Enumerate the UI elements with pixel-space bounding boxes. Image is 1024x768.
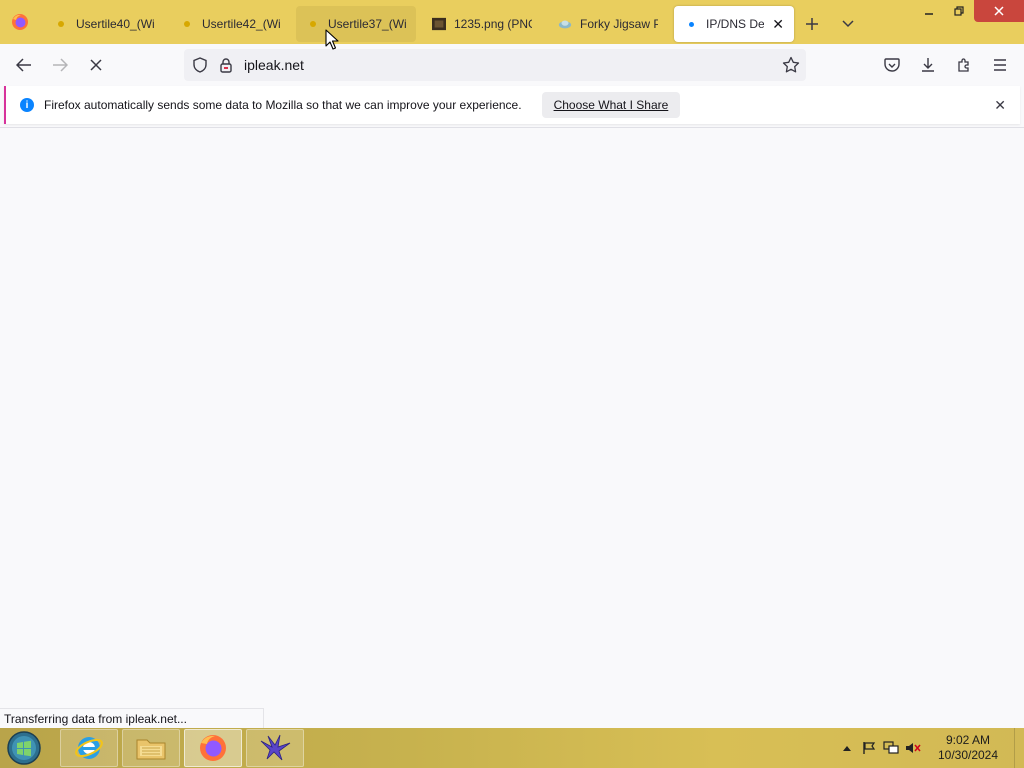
stop-loading-button[interactable] — [78, 47, 114, 83]
forward-button[interactable] — [42, 47, 78, 83]
back-button[interactable] — [6, 47, 42, 83]
data-collection-notification: i Firefox automatically sends some data … — [4, 86, 1020, 124]
tab-ipleak-active[interactable]: IP/DNS Dete ✕ — [674, 6, 794, 42]
lock-icon[interactable] — [214, 57, 238, 73]
info-icon: i — [20, 98, 34, 112]
windows-taskbar: 9:02 AM 10/30/2024 — [0, 728, 1024, 768]
chevron-down-icon — [842, 20, 854, 28]
taskbar-firefox[interactable] — [184, 729, 242, 767]
navigation-toolbar: ipleak.net — [0, 44, 1024, 86]
list-all-tabs-button[interactable] — [830, 6, 866, 42]
taskbar-bird-app[interactable] — [246, 729, 304, 767]
taskbar-internet-explorer[interactable] — [60, 729, 118, 767]
pocket-icon — [884, 57, 900, 72]
chevron-up-icon — [843, 746, 851, 751]
windows-orb-icon — [7, 731, 41, 765]
app-menu-button[interactable] — [982, 47, 1018, 83]
choose-button-label: Choose What I Share — [553, 98, 669, 112]
start-button[interactable] — [0, 728, 48, 768]
new-tab-button[interactable] — [794, 6, 830, 42]
network-status[interactable] — [880, 737, 902, 759]
hamburger-menu-icon — [994, 59, 1006, 71]
clock-date: 10/30/2024 — [937, 748, 999, 762]
status-panel: Transferring data from ipleak.net... — [0, 708, 264, 728]
speaker-muted-icon — [906, 743, 921, 753]
close-icon — [994, 6, 1004, 16]
tab-forky-jigsaw[interactable]: Forky Jigsaw Pu — [548, 6, 668, 42]
minimize-button[interactable] — [914, 0, 944, 22]
tab-usertile37[interactable]: Usertile37_(Win — [296, 6, 416, 42]
toolbar-right-buttons — [874, 47, 1018, 83]
tab-usertile40[interactable]: Usertile40_(Win — [44, 6, 164, 42]
pocket-button[interactable] — [874, 47, 910, 83]
puzzle-piece-icon — [958, 58, 969, 72]
blue-dot-icon — [684, 17, 698, 31]
yellow-dot-icon — [54, 17, 68, 31]
image-thumbnail-icon — [432, 17, 446, 31]
url-text[interactable]: ipleak.net — [244, 57, 304, 73]
tracking-protection-icon[interactable] — [186, 57, 214, 73]
tab-label: IP/DNS Dete — [706, 17, 765, 31]
tab-strip: Usertile40_(Win Usertile42_(Win Usertile… — [0, 0, 1024, 44]
tab-label: Usertile42_(Win — [202, 17, 280, 31]
download-icon — [922, 58, 934, 72]
firefox-view-button[interactable] — [0, 0, 40, 44]
taskbar-file-explorer[interactable] — [122, 729, 180, 767]
clock-time: 9:02 AM — [945, 733, 991, 747]
window-controls — [914, 0, 1024, 22]
system-tray: 9:02 AM 10/30/2024 — [836, 728, 1024, 768]
close-notification-icon[interactable]: ✕ — [994, 97, 1006, 114]
arrow-right-icon — [53, 58, 68, 72]
bird-app-icon — [260, 734, 291, 761]
flag-icon — [863, 742, 876, 754]
tab-label: Usertile40_(Win — [76, 17, 154, 31]
firefox-icon — [12, 14, 28, 30]
tab-label: 1235.png (PNG — [454, 17, 532, 31]
page-content-area[interactable] — [0, 127, 1024, 728]
restore-icon — [954, 6, 964, 16]
tab-usertile42[interactable]: Usertile42_(Win — [170, 6, 290, 42]
arrow-left-icon — [16, 58, 31, 72]
yellow-dot-icon — [180, 17, 194, 31]
firefox-icon — [200, 735, 226, 761]
internet-explorer-icon — [75, 737, 103, 759]
volume-control[interactable] — [902, 737, 924, 759]
notification-message: Firefox automatically sends some data to… — [44, 98, 522, 112]
restore-button[interactable] — [944, 0, 974, 22]
yellow-dot-icon — [306, 17, 320, 31]
minimize-icon — [925, 13, 933, 15]
mouse-cursor-icon — [325, 29, 339, 50]
folder-icon — [136, 739, 166, 760]
tab-1235-png[interactable]: 1235.png (PNG — [422, 6, 542, 42]
action-center-flag[interactable] — [858, 737, 880, 759]
choose-what-i-share-button[interactable]: Choose What I Share — [541, 92, 681, 118]
address-bar[interactable]: ipleak.net — [184, 49, 806, 81]
plus-icon — [806, 18, 818, 30]
tab-label: Forky Jigsaw Pu — [580, 17, 658, 31]
bookmark-star-icon[interactable] — [782, 56, 800, 77]
puzzle-icon — [558, 17, 572, 31]
network-icon — [883, 741, 899, 754]
close-window-button[interactable] — [974, 0, 1024, 22]
show-hidden-icons-button[interactable] — [836, 737, 858, 759]
downloads-button[interactable] — [910, 47, 946, 83]
show-desktop-button[interactable] — [1014, 728, 1024, 768]
close-tab-icon[interactable]: ✕ — [772, 16, 784, 33]
taskbar-clock[interactable]: 9:02 AM 10/30/2024 — [932, 733, 1004, 763]
extensions-button[interactable] — [946, 47, 982, 83]
stop-x-icon — [90, 59, 102, 71]
